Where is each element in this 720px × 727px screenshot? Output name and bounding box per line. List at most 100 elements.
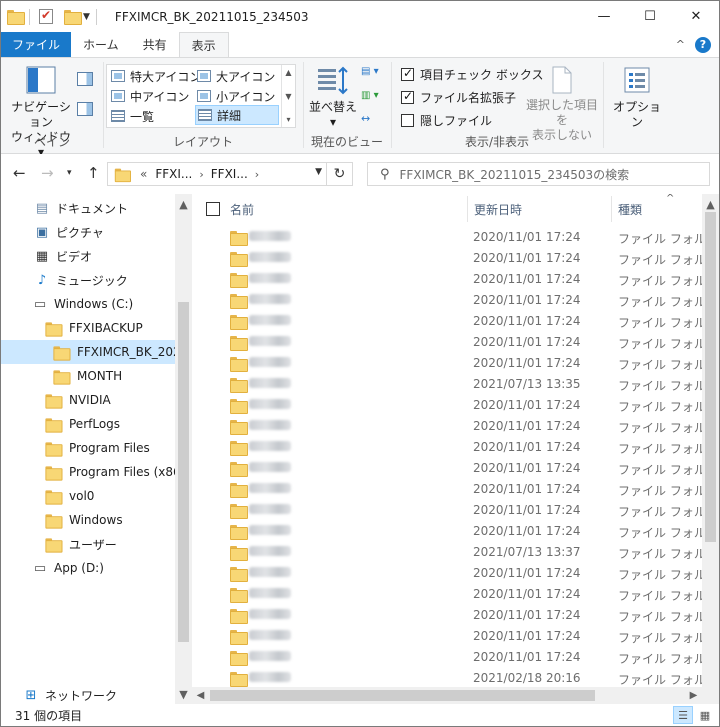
details-view-button[interactable]: ☰ — [673, 706, 693, 724]
hidden-items-checkbox[interactable] — [401, 114, 414, 127]
item-checkboxes-checkbox[interactable] — [401, 66, 414, 81]
nav-item-ffxibackup[interactable]: FFXIBACKUP — [1, 316, 175, 340]
tab-home[interactable]: ホーム — [71, 32, 131, 57]
file-list-vertical-scrollbar[interactable]: ▲ — [702, 194, 719, 687]
layout-list[interactable]: 一覧 — [111, 106, 154, 126]
address-bar[interactable]: « FFXI... › FFXI... › ▼ ↻ — [107, 162, 353, 186]
nav-item-ffximcr-bk[interactable]: FFXIMCR_BK_2021101 — [1, 340, 175, 364]
file-list-horizontal-scrollbar[interactable]: ◀ ▶ — [192, 687, 702, 704]
refresh-icon[interactable]: ↻ — [326, 163, 352, 185]
table-row[interactable]: 2020/11/01 17:24 ファイル フォルダー — [192, 311, 719, 332]
tab-view[interactable]: 表示 — [178, 32, 229, 57]
chevron-down-icon[interactable]: ▼ — [285, 92, 291, 101]
preview-pane-icon[interactable] — [77, 72, 93, 86]
back-arrow-icon[interactable]: ← — [13, 164, 26, 182]
details-pane-icon[interactable] — [77, 102, 93, 116]
sort-by-button[interactable]: 並べ替え ▾ — [309, 66, 357, 130]
table-row[interactable]: 2020/11/01 17:24 ファイル フォルダー — [192, 479, 719, 500]
table-row[interactable]: 2020/11/01 17:24 ファイル フォルダー — [192, 584, 719, 605]
chevron-left-icon[interactable]: ◀ — [192, 687, 209, 704]
chevron-up-icon[interactable]: ▲ — [285, 68, 291, 77]
nav-item-videos[interactable]: ▦ ビデオ — [1, 244, 175, 268]
search-box[interactable]: ⚲ FFXIMCR_BK_20211015_234503の検索 — [367, 162, 710, 186]
table-row[interactable]: 2020/11/01 17:24 ファイル フォルダー — [192, 605, 719, 626]
breadcrumb-chevron-icon[interactable]: › — [255, 168, 259, 181]
tab-share[interactable]: 共有 — [131, 32, 179, 57]
table-row[interactable]: 2020/11/01 17:24 ファイル フォルダー — [192, 227, 719, 248]
maximize-button[interactable]: ☐ — [627, 1, 673, 32]
search-input[interactable]: FFXIMCR_BK_20211015_234503の検索 — [400, 166, 630, 183]
chevron-up-icon[interactable]: ▲ — [175, 198, 192, 211]
column-header-date-modified[interactable]: 更新日時 — [474, 194, 522, 224]
table-row[interactable]: 2020/11/01 17:24 ファイル フォルダー — [192, 332, 719, 353]
breadcrumb-overflow[interactable]: « — [140, 167, 147, 181]
large-icons-view-button[interactable]: ▦ — [695, 706, 715, 724]
column-divider[interactable] — [611, 196, 612, 222]
expand-gallery-icon[interactable]: ▾ — [286, 115, 290, 124]
table-row[interactable]: 2020/11/01 17:24 ファイル フォルダー — [192, 395, 719, 416]
column-header-name[interactable]: 名前 — [230, 194, 254, 224]
group-by-button[interactable]: ▤ ▾ — [361, 66, 379, 77]
table-row[interactable]: 2020/11/01 17:24 ファイル フォルダー — [192, 458, 719, 479]
table-row[interactable]: 2020/11/01 17:24 ファイル フォルダー — [192, 290, 719, 311]
table-row[interactable]: 2021/07/13 13:35 ファイル フォルダー — [192, 374, 719, 395]
select-all-checkbox[interactable] — [206, 202, 220, 216]
scrollbar-thumb[interactable] — [210, 690, 595, 701]
nav-item-perflogs[interactable]: PerfLogs — [1, 412, 175, 436]
add-columns-button[interactable]: ▥ ▾ — [361, 90, 379, 101]
nav-item-nvidia[interactable]: NVIDIA — [1, 388, 175, 412]
minimize-button[interactable]: — — [581, 1, 627, 32]
nav-item-program-files-x86[interactable]: Program Files (x86) — [1, 460, 175, 484]
properties-icon[interactable] — [39, 8, 53, 24]
close-button[interactable]: ✕ — [673, 1, 719, 32]
table-row[interactable]: 2020/11/01 17:24 ファイル フォルダー — [192, 248, 719, 269]
layout-details[interactable]: 詳細 — [195, 105, 279, 125]
layout-gallery-scroll[interactable]: ▲ ▼ ▾ — [281, 65, 295, 127]
nav-item-month[interactable]: MONTH — [1, 364, 175, 388]
nav-item-network[interactable]: ⊞ ネットワーク — [1, 683, 175, 704]
column-divider[interactable] — [467, 196, 468, 222]
options-button[interactable]: オプション — [609, 66, 665, 130]
nav-item-vol0[interactable]: vol0 — [1, 484, 175, 508]
breadcrumb-item[interactable]: FFXI... — [155, 167, 192, 181]
chevron-up-icon[interactable]: ▲ — [702, 198, 719, 211]
breadcrumb-chevron-icon[interactable]: › — [199, 168, 203, 181]
table-row[interactable]: 2021/02/18 20:16 ファイル フォルダー — [192, 668, 719, 689]
nav-item-music[interactable]: ♪ ミュージック — [1, 268, 175, 292]
new-folder-icon[interactable] — [64, 10, 82, 25]
table-row[interactable]: 2020/11/01 17:24 ファイル フォルダー — [192, 647, 719, 668]
hidden-items-toggle[interactable]: 隠しファイル — [401, 112, 492, 129]
nav-item-program-files[interactable]: Program Files — [1, 436, 175, 460]
table-row[interactable]: 2020/11/01 17:24 ファイル フォルダー — [192, 353, 719, 374]
table-row[interactable]: 2020/11/01 17:24 ファイル フォルダー — [192, 500, 719, 521]
table-row[interactable]: 2020/11/01 17:24 ファイル フォルダー — [192, 563, 719, 584]
nav-item-users[interactable]: ユーザー — [1, 532, 175, 556]
column-header-type[interactable]: 種類 — [618, 194, 642, 224]
help-icon[interactable]: ? — [695, 36, 711, 53]
layout-extra-large-icons[interactable]: 特大アイコン — [111, 66, 201, 86]
layout-medium-icons[interactable]: 中アイコン — [111, 86, 189, 106]
breadcrumb-item[interactable]: FFXI... — [211, 167, 248, 181]
table-row[interactable]: 2020/11/01 17:24 ファイル フォルダー — [192, 437, 719, 458]
chevron-down-icon[interactable]: ▼ — [83, 12, 90, 22]
address-dropdown-icon[interactable]: ▼ — [315, 167, 322, 177]
table-row[interactable]: 2020/11/01 17:24 ファイル フォルダー — [192, 626, 719, 647]
size-columns-icon[interactable]: ↔ — [361, 112, 370, 125]
layout-small-icons[interactable]: 小アイコン — [197, 86, 275, 106]
nav-item-windows[interactable]: Windows — [1, 508, 175, 532]
tab-file[interactable]: ファイル — [1, 32, 72, 57]
nav-pane-scrollbar[interactable]: ▲ ▼ — [175, 194, 192, 704]
file-extensions-toggle[interactable]: ファイル名拡張子 — [401, 89, 516, 106]
scrollbar-thumb[interactable] — [705, 212, 716, 542]
chevron-down-icon[interactable]: ▼ — [175, 688, 192, 701]
table-row[interactable]: 2021/07/13 13:37 ファイル フォルダー — [192, 542, 719, 563]
layout-large-icons[interactable]: 大アイコン — [197, 66, 275, 86]
table-row[interactable]: 2020/11/01 17:24 ファイル フォルダー — [192, 521, 719, 542]
recent-locations-chevron-icon[interactable]: ▾ — [67, 168, 72, 178]
forward-arrow-icon[interactable]: → — [41, 164, 54, 182]
collapse-ribbon-icon[interactable]: ^ — [676, 38, 685, 51]
up-arrow-icon[interactable]: ↑ — [87, 164, 100, 182]
chevron-right-icon[interactable]: ▶ — [685, 687, 702, 704]
nav-item-windows-c[interactable]: ▭ Windows (C:) — [1, 292, 175, 316]
hide-selected-items-button[interactable]: 選択した項目を 表示しない — [521, 66, 603, 143]
